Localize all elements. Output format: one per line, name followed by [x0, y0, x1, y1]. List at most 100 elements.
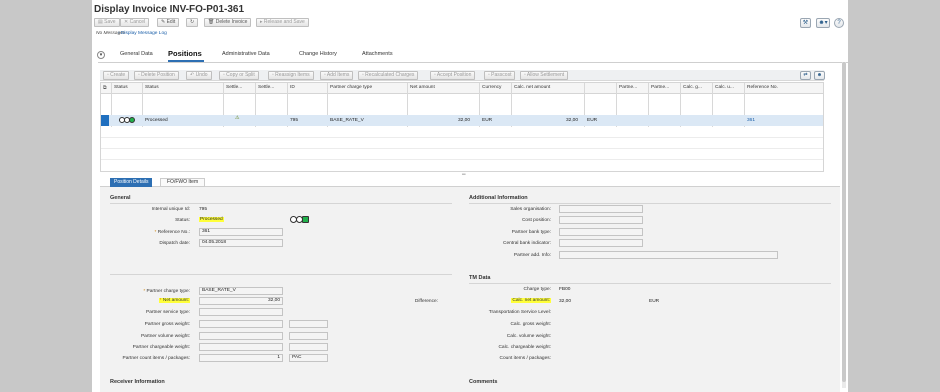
tab-positions[interactable]: Positions: [168, 49, 202, 58]
tab-fo-fwo-item[interactable]: FO/FWO Item: [160, 178, 206, 187]
volume-weight-unit[interactable]: [289, 332, 328, 340]
accept-position-button[interactable]: ▫ Accept Position: [430, 71, 476, 80]
service-level-label: Transportation Service Level:: [488, 310, 551, 315]
calc-net-amount-value: 32,00: [559, 299, 572, 304]
user-settings-icon[interactable]: ☻▾: [816, 18, 830, 28]
recalculated-charges-button[interactable]: ▫ Recalculated Charges: [358, 71, 419, 80]
scrollbar-thumb[interactable]: [842, 62, 846, 382]
refresh-icon: ↻: [190, 19, 195, 25]
count-items-field[interactable]: 1: [199, 354, 283, 362]
reference-field[interactable]: 361: [199, 228, 283, 236]
difference-label: Difference:: [414, 299, 438, 304]
tm-charge-type-label: Charge type:: [523, 287, 551, 292]
invoice-window: Display Invoice INV-FO-P01-361 ▤ Save ✕ …: [92, 0, 848, 392]
release-icon: ▸: [260, 19, 263, 25]
cost-position-field[interactable]: [559, 216, 643, 224]
calc-net-amount-label: Calc. net amount:: [511, 298, 551, 303]
volume-weight-label: Partner volume weight:: [140, 334, 190, 339]
add-items-button[interactable]: ▫ Add Items: [320, 71, 354, 80]
col-calc-g[interactable]: Calc. g...: [683, 85, 702, 90]
copy-icon: ▫: [223, 72, 225, 78]
delete-invoice-button[interactable]: 🗑 Delete Invoice: [204, 18, 252, 27]
col-currency[interactable]: Currency: [482, 85, 501, 90]
net-amount-field[interactable]: 32,00: [199, 297, 283, 305]
refresh-button[interactable]: ↻: [186, 18, 199, 27]
dispatch-date-label: Dispatch date:: [159, 241, 190, 246]
save-icon: ▤: [98, 19, 103, 25]
col-charge-type[interactable]: Partner charge type: [330, 85, 372, 90]
row-currency: EUR: [482, 118, 493, 123]
wrench-icon[interactable]: ⚒: [800, 18, 811, 28]
select-all-icon[interactable]: ⧉: [103, 85, 107, 91]
general-title: General: [110, 195, 131, 201]
chargeable-weight-field[interactable]: [199, 343, 283, 351]
internal-id-value: 795: [199, 207, 208, 212]
col-reference[interactable]: Reference No.: [747, 85, 778, 90]
col-status-icon[interactable]: Status: [114, 85, 128, 90]
tab-attachments[interactable]: Attachments: [362, 51, 393, 57]
release-and-save-button[interactable]: ▸ Release and Save: [256, 18, 309, 27]
create-icon: ▫: [107, 72, 109, 78]
dispatch-date-field[interactable]: 04.05.2018: [199, 239, 283, 247]
col-net-amount[interactable]: Net amount: [410, 85, 435, 90]
status-traffic-light-icon: [290, 216, 309, 223]
tab-change-history[interactable]: Change History: [299, 51, 337, 57]
chargeable-weight-unit[interactable]: [289, 343, 328, 351]
copy-split-button[interactable]: ▫ Copy or Split: [219, 71, 259, 80]
volume-weight-field[interactable]: [199, 332, 283, 340]
col-settle-2[interactable]: Settle...: [258, 85, 274, 90]
edit-button[interactable]: ✎ Edit: [157, 18, 180, 27]
col-calc-net[interactable]: Calc. net amount: [514, 85, 550, 90]
partner-bank-type-field[interactable]: [559, 228, 643, 236]
count-items-unit[interactable]: PAC: [289, 354, 328, 362]
delete-position-button[interactable]: ▫ Delete Position: [134, 71, 179, 80]
resize-handle[interactable]: ═: [462, 172, 466, 178]
service-type-field[interactable]: [199, 308, 283, 316]
calc-volume-label: Calc. volume weight:: [506, 334, 551, 339]
create-button[interactable]: ▫ Create: [103, 71, 130, 80]
row-selector[interactable]: [101, 115, 109, 126]
allow-settlement-button[interactable]: ▫ Allow Settlement: [520, 71, 569, 80]
reassign-items-button[interactable]: ▫ Reassign Items: [268, 71, 314, 80]
help-icon[interactable]: ?: [834, 18, 844, 28]
count-items-label: Partner count items / packages:: [122, 356, 190, 361]
passcost-button[interactable]: ▫ Passcost: [484, 71, 516, 80]
passcost-icon: ▫: [488, 72, 490, 78]
central-bank-label: Central bank indicator:: [503, 241, 551, 246]
row-charge-type: BASE_RATE_V: [330, 118, 364, 123]
col-calc-u[interactable]: Calc. u...: [715, 85, 734, 90]
col-partner-2[interactable]: Partne...: [651, 85, 669, 90]
settings-icon[interactable]: ☻: [814, 71, 825, 80]
tab-administrative-data[interactable]: Administrative Data: [222, 51, 270, 57]
col-settle-1[interactable]: Settle...: [226, 85, 242, 90]
gross-weight-label: Partner gross weight:: [144, 322, 190, 327]
charge-type-label: * Partner charge type:: [143, 289, 190, 294]
gross-weight-field[interactable]: [199, 320, 283, 328]
gross-weight-unit[interactable]: [289, 320, 328, 328]
collapse-icon[interactable]: ▾: [97, 51, 105, 59]
cancel-button[interactable]: ✕ Cancel: [120, 18, 150, 27]
partner-add-info-field[interactable]: [559, 251, 778, 259]
undo-button[interactable]: ↶ Undo: [186, 71, 212, 80]
cancel-icon: ✕: [124, 19, 129, 25]
receiver-info-title: Receiver Information: [110, 379, 165, 385]
col-id[interactable]: ID: [290, 85, 295, 90]
sales-org-field[interactable]: [559, 205, 643, 213]
save-button[interactable]: ▤ Save: [94, 18, 120, 27]
undo-icon: ↶: [190, 72, 195, 78]
additional-info-title: Additional Information: [469, 195, 528, 201]
calc-net-currency: EUR: [649, 299, 660, 304]
central-bank-field[interactable]: [559, 239, 643, 247]
display-message-log-link[interactable]: › Display Message Log: [118, 31, 167, 36]
calc-chargeable-label: Calc. chargeable weight:: [498, 345, 551, 350]
tab-general-data[interactable]: General Data: [120, 51, 153, 57]
col-partner-1[interactable]: Partne...: [619, 85, 637, 90]
status-value: Processed: [199, 217, 224, 222]
charge-type-field[interactable]: BASE_RATE_V: [199, 287, 283, 295]
export-icon[interactable]: ⇄: [800, 71, 811, 80]
row-reference[interactable]: 361: [747, 118, 755, 123]
col-status[interactable]: Status: [145, 85, 159, 90]
sales-org-label: Sales organisation:: [510, 207, 551, 212]
tab-position-details[interactable]: Position Details: [110, 178, 153, 187]
status-label: Status:: [175, 218, 190, 223]
